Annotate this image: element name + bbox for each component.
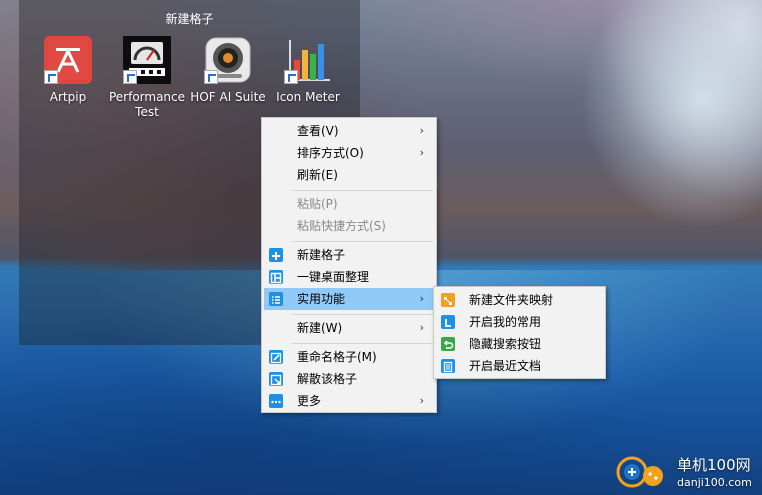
chevron-right-icon: › bbox=[419, 146, 424, 159]
list-icon bbox=[269, 292, 283, 306]
performance-test-icon bbox=[123, 36, 171, 84]
menu-item-more[interactable]: 更多 › bbox=[264, 390, 434, 412]
submenu-item-folder-mapping[interactable]: 新建文件夹映射 bbox=[436, 289, 603, 311]
menu-separator bbox=[292, 343, 433, 344]
menu-item-label: 开启我的常用 bbox=[469, 315, 542, 329]
more-dots-icon bbox=[269, 394, 283, 408]
chevron-right-icon: › bbox=[419, 292, 424, 305]
hof-ai-suite-icon bbox=[204, 36, 252, 84]
menu-item-view[interactable]: 查看(V) › bbox=[264, 120, 434, 142]
menu-item-label: 刷新(E) bbox=[297, 168, 338, 182]
menu-item-new[interactable]: 新建(W) › bbox=[264, 317, 434, 339]
menu-item-label: 排序方式(O) bbox=[297, 146, 364, 160]
submenu-item-recent-docs[interactable]: 开启最近文档 bbox=[436, 355, 603, 377]
wallpaper-glacier bbox=[560, 0, 762, 250]
watermark: 单机100网 danji100.com bbox=[613, 452, 762, 495]
menu-item-rename-fence[interactable]: 重命名格子(M) bbox=[264, 346, 434, 368]
watermark-site-name: 单机100网 bbox=[677, 456, 751, 474]
artpip-icon bbox=[44, 36, 92, 84]
menu-item-label: 粘贴快捷方式(S) bbox=[297, 219, 386, 233]
folder-map-icon bbox=[441, 293, 455, 307]
submenu-item-my-favorites[interactable]: 开启我的常用 bbox=[436, 311, 603, 333]
menu-item-label: 隐藏搜索按钮 bbox=[469, 337, 542, 351]
menu-item-label: 一键桌面整理 bbox=[297, 270, 370, 284]
menu-separator bbox=[292, 190, 433, 191]
menu-separator bbox=[292, 241, 433, 242]
menu-item-organize-desktop[interactable]: 一键桌面整理 bbox=[264, 266, 434, 288]
desktop-icon-hof-ai-suite[interactable]: HOF AI Suite bbox=[188, 36, 268, 105]
icon-meter-icon bbox=[284, 36, 332, 84]
desktop-icon-label: Performance Test bbox=[108, 90, 186, 119]
menu-item-sort[interactable]: 排序方式(O) › bbox=[264, 142, 434, 164]
desktop-icon-label: Icon Meter bbox=[276, 90, 340, 104]
dissolve-icon bbox=[269, 372, 283, 386]
menu-item-label: 开启最近文档 bbox=[469, 359, 542, 373]
shortcut-arrow-icon bbox=[123, 70, 137, 84]
desktop-icon-label: Artpip bbox=[49, 90, 87, 104]
recent-docs-icon bbox=[441, 359, 455, 373]
chevron-right-icon: › bbox=[419, 124, 424, 137]
menu-item-label: 重命名格子(M) bbox=[297, 350, 377, 364]
menu-item-label: 新建文件夹映射 bbox=[469, 293, 554, 307]
shortcut-arrow-icon bbox=[204, 70, 218, 84]
watermark-url: danji100.com bbox=[677, 476, 752, 489]
desktop-icon-icon-meter[interactable]: Icon Meter bbox=[268, 36, 348, 105]
layout-grid-icon bbox=[269, 270, 283, 284]
watermark-logo bbox=[613, 452, 667, 490]
menu-item-label: 实用功能 bbox=[297, 292, 346, 306]
chevron-right-icon: › bbox=[419, 394, 424, 407]
context-menu: 查看(V) › 排序方式(O) › 刷新(E) 粘贴(P) 粘贴快捷方式(S) … bbox=[261, 117, 437, 413]
menu-item-label: 解散该格子 bbox=[297, 372, 358, 386]
chevron-right-icon: › bbox=[419, 321, 424, 334]
desktop-icon-label: HOF AI Suite bbox=[190, 90, 266, 104]
menu-item-paste-shortcut[interactable]: 粘贴快捷方式(S) bbox=[264, 215, 434, 237]
menu-item-paste[interactable]: 粘贴(P) bbox=[264, 193, 434, 215]
shortcut-arrow-icon bbox=[44, 70, 58, 84]
submenu-item-hide-search[interactable]: 隐藏搜索按钮 bbox=[436, 333, 603, 355]
menu-item-label: 粘贴(P) bbox=[297, 197, 338, 211]
menu-item-dissolve-fence[interactable]: 解散该格子 bbox=[264, 368, 434, 390]
desktop-icon-performance-test[interactable]: Performance Test bbox=[107, 36, 187, 120]
hide-search-icon bbox=[441, 337, 455, 351]
menu-item-label: 新建(W) bbox=[297, 321, 343, 335]
desktop-icon-artpip[interactable]: Artpip bbox=[28, 36, 108, 105]
utilities-submenu: 新建文件夹映射 开启我的常用 隐藏搜索按钮 开启最近文档 bbox=[433, 286, 606, 379]
menu-item-label: 更多 bbox=[297, 394, 322, 408]
menu-item-label: 查看(V) bbox=[297, 124, 339, 138]
fence-title[interactable]: 新建格子 bbox=[19, 10, 360, 27]
rename-edit-icon bbox=[269, 350, 283, 364]
menu-separator bbox=[292, 314, 433, 315]
menu-item-utilities[interactable]: 实用功能 › bbox=[264, 288, 434, 310]
menu-item-label: 新建格子 bbox=[297, 248, 346, 262]
my-favorites-icon bbox=[441, 315, 455, 329]
plus-square-icon bbox=[269, 248, 283, 262]
menu-item-refresh[interactable]: 刷新(E) bbox=[264, 164, 434, 186]
menu-item-new-fence[interactable]: 新建格子 bbox=[264, 244, 434, 266]
shortcut-arrow-icon bbox=[284, 70, 298, 84]
